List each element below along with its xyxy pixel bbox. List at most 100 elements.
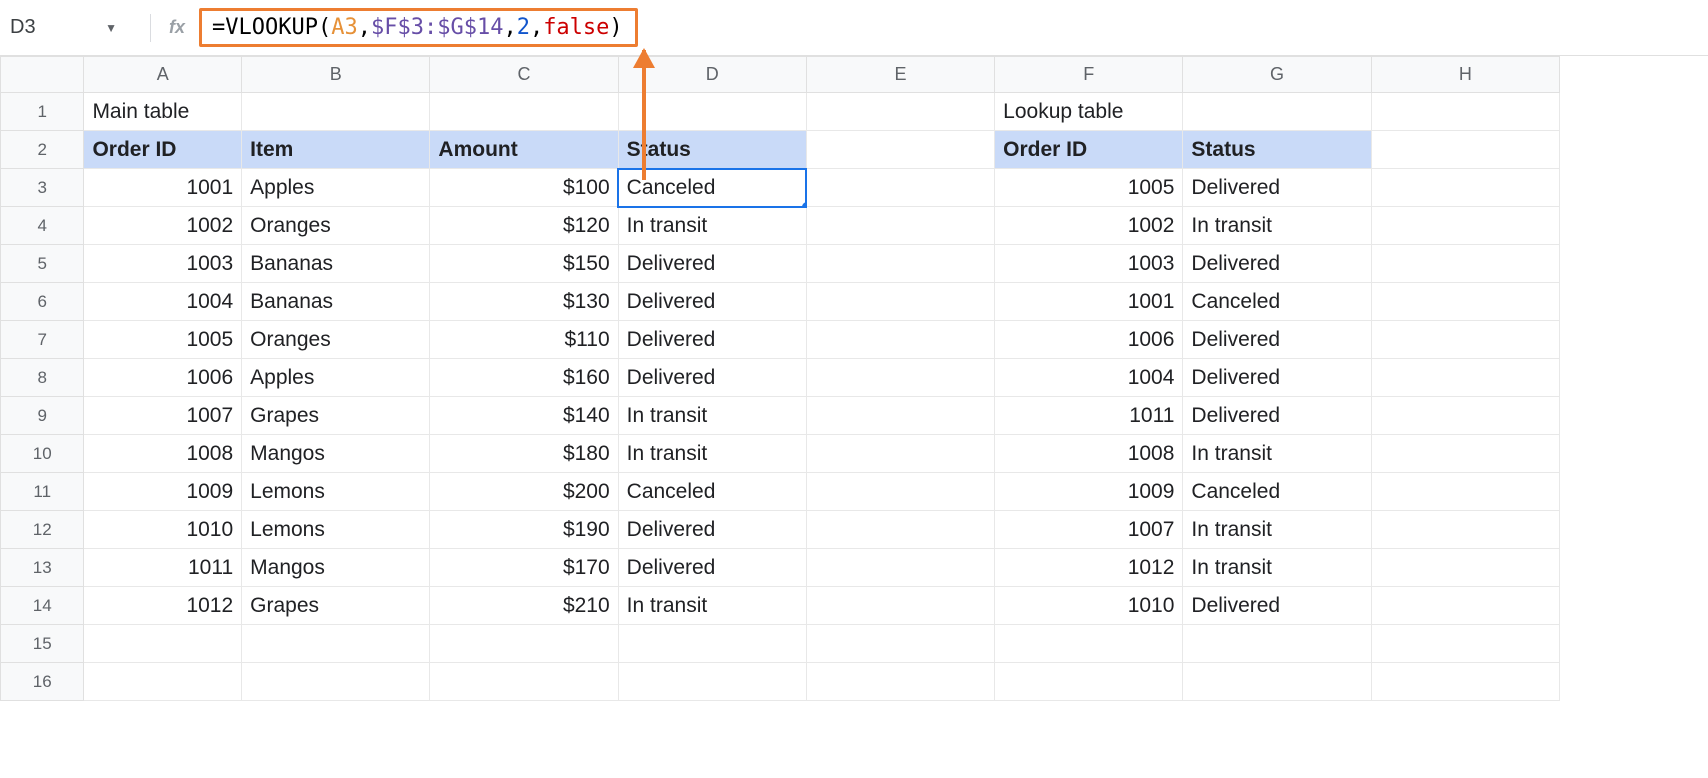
cell[interactable]: Lemons	[242, 511, 430, 549]
cell[interactable]: Apples	[242, 359, 430, 397]
cell[interactable]	[1371, 435, 1559, 473]
cell[interactable]: 1005	[995, 169, 1183, 207]
cell[interactable]: 1008	[995, 435, 1183, 473]
cell[interactable]	[995, 625, 1183, 663]
cell[interactable]	[1183, 93, 1371, 131]
cell[interactable]	[806, 131, 994, 169]
cell[interactable]	[806, 435, 994, 473]
cell[interactable]: Bananas	[242, 283, 430, 321]
cell[interactable]: 1001	[995, 283, 1183, 321]
row-header[interactable]: 16	[1, 663, 84, 701]
cell[interactable]	[806, 549, 994, 587]
name-box[interactable]: D3 ▼	[0, 16, 125, 39]
cell[interactable]: 1005	[84, 321, 242, 359]
cell[interactable]: 1006	[995, 321, 1183, 359]
cell[interactable]: 1012	[995, 549, 1183, 587]
cell[interactable]: $180	[430, 435, 618, 473]
cell[interactable]: Delivered	[1183, 359, 1371, 397]
cell[interactable]	[806, 169, 994, 207]
row-header[interactable]: 3	[1, 169, 84, 207]
cell[interactable]: Main table	[84, 93, 242, 131]
cell[interactable]	[618, 625, 806, 663]
cell[interactable]	[1371, 473, 1559, 511]
formula-input[interactable]: =VLOOKUP(A3,$F$3:$G$14,2,false)	[199, 8, 638, 47]
cell[interactable]: Delivered	[618, 245, 806, 283]
cell[interactable]: Delivered	[618, 549, 806, 587]
cell[interactable]: Lemons	[242, 473, 430, 511]
cell[interactable]: $200	[430, 473, 618, 511]
cell[interactable]: 1002	[84, 207, 242, 245]
cell[interactable]: $110	[430, 321, 618, 359]
cell[interactable]: $190	[430, 511, 618, 549]
col-header-C[interactable]: C	[430, 57, 618, 93]
cell[interactable]: Oranges	[242, 207, 430, 245]
row-header[interactable]: 8	[1, 359, 84, 397]
cell[interactable]: 1011	[84, 549, 242, 587]
col-header-D[interactable]: D	[618, 57, 806, 93]
cell[interactable]: In transit	[1183, 435, 1371, 473]
cell[interactable]: 1009	[995, 473, 1183, 511]
cell[interactable]: 1007	[84, 397, 242, 435]
cell[interactable]: Lookup table	[995, 93, 1183, 131]
cell[interactable]: Status	[1183, 131, 1371, 169]
cell[interactable]: Grapes	[242, 587, 430, 625]
cell[interactable]: Bananas	[242, 245, 430, 283]
cell[interactable]: Mangos	[242, 549, 430, 587]
cell[interactable]	[1183, 625, 1371, 663]
cell[interactable]	[1371, 511, 1559, 549]
cell[interactable]	[1371, 131, 1559, 169]
cell[interactable]: 1012	[84, 587, 242, 625]
cell[interactable]	[618, 93, 806, 131]
cell[interactable]	[1371, 549, 1559, 587]
cell[interactable]	[806, 473, 994, 511]
cell[interactable]: In transit	[1183, 549, 1371, 587]
cell[interactable]: Delivered	[1183, 169, 1371, 207]
cell[interactable]: Canceled	[1183, 283, 1371, 321]
cell[interactable]: Amount	[430, 131, 618, 169]
col-header-G[interactable]: G	[1183, 57, 1371, 93]
col-header-A[interactable]: A	[84, 57, 242, 93]
cell[interactable]	[430, 663, 618, 701]
cell[interactable]: Delivered	[618, 283, 806, 321]
cell[interactable]	[84, 625, 242, 663]
cell[interactable]: 1009	[84, 473, 242, 511]
row-header[interactable]: 7	[1, 321, 84, 359]
cell[interactable]: $160	[430, 359, 618, 397]
cell[interactable]	[1371, 207, 1559, 245]
cell[interactable]: Delivered	[618, 321, 806, 359]
cell[interactable]	[1371, 397, 1559, 435]
cell[interactable]: $120	[430, 207, 618, 245]
cell[interactable]: $210	[430, 587, 618, 625]
cell[interactable]	[806, 511, 994, 549]
cell[interactable]: 1001	[84, 169, 242, 207]
cell[interactable]: $150	[430, 245, 618, 283]
cell[interactable]: 1010	[84, 511, 242, 549]
row-header[interactable]: 11	[1, 473, 84, 511]
row-header[interactable]: 13	[1, 549, 84, 587]
cell[interactable]	[1371, 245, 1559, 283]
cell[interactable]: Mangos	[242, 435, 430, 473]
cell[interactable]: Order ID	[84, 131, 242, 169]
cell[interactable]: 1002	[995, 207, 1183, 245]
cell[interactable]	[430, 93, 618, 131]
cell[interactable]: In transit	[1183, 511, 1371, 549]
cell[interactable]: 1003	[84, 245, 242, 283]
cell[interactable]	[1183, 663, 1371, 701]
cell[interactable]: Grapes	[242, 397, 430, 435]
cell[interactable]	[806, 625, 994, 663]
cell[interactable]	[618, 663, 806, 701]
cell[interactable]: Delivered	[618, 511, 806, 549]
cell[interactable]: Delivered	[618, 359, 806, 397]
col-header-H[interactable]: H	[1371, 57, 1559, 93]
cell[interactable]: 1011	[995, 397, 1183, 435]
row-header[interactable]: 10	[1, 435, 84, 473]
spreadsheet-grid[interactable]: A B C D E F G H 1 Main table Lookup tabl…	[0, 56, 1560, 701]
cell[interactable]	[806, 587, 994, 625]
cell[interactable]	[1371, 359, 1559, 397]
cell[interactable]	[1371, 625, 1559, 663]
row-header[interactable]: 6	[1, 283, 84, 321]
cell[interactable]: 1003	[995, 245, 1183, 283]
cell[interactable]	[1371, 169, 1559, 207]
row-header[interactable]: 12	[1, 511, 84, 549]
select-all-corner[interactable]	[1, 57, 84, 93]
